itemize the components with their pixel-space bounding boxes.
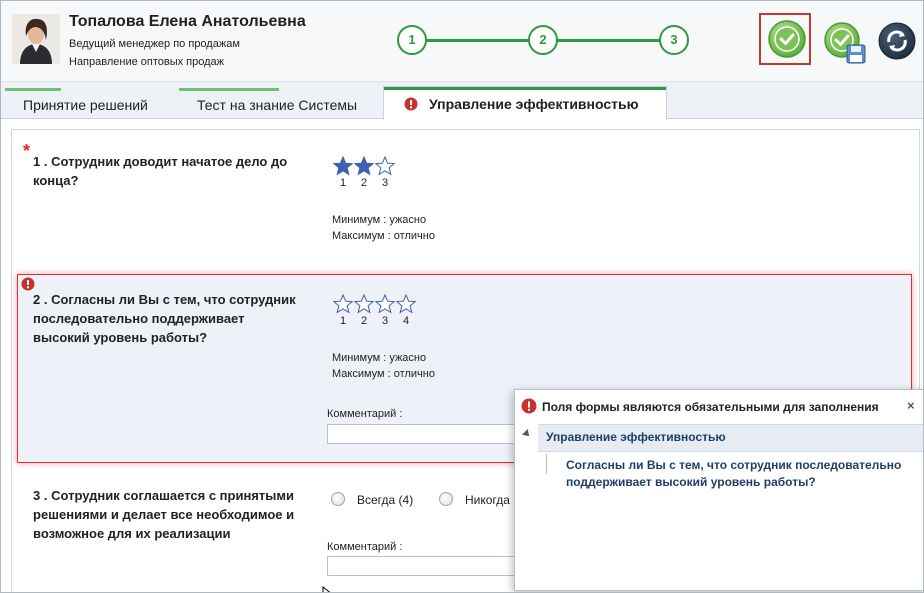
close-icon[interactable]: × <box>907 398 915 413</box>
popup-item-link[interactable]: Согласны ли Вы с тем, что сотрудник посл… <box>566 457 923 491</box>
star-number: 1 <box>340 177 347 189</box>
tab-system-test[interactable]: Тест на знание Системы <box>179 88 379 118</box>
question-1-text: 1 . Сотрудник доводит начатое дело до ко… <box>33 154 288 188</box>
warning-icon <box>21 277 35 291</box>
step-1[interactable]: 1 <box>397 25 427 55</box>
validation-popup: Поля формы являются обязательными для за… <box>514 389 923 591</box>
star-icon[interactable] <box>375 294 395 314</box>
tab-label: Управление эффективностью <box>429 96 639 112</box>
question-1-max-label: Максимум : отлично <box>332 230 435 242</box>
tab-decisions[interactable]: Принятие решений <box>5 88 169 118</box>
step-3[interactable]: 3 <box>659 25 689 55</box>
star-number: 3 <box>382 177 389 189</box>
question-3-comment-label: Комментарий : <box>327 541 403 553</box>
employee-header: Топалова Елена Анатольевна Ведущий менед… <box>1 1 923 82</box>
star-icon[interactable] <box>354 294 374 314</box>
mouse-cursor-icon <box>322 586 331 592</box>
warning-icon <box>404 97 418 111</box>
star-number: 4 <box>403 315 410 327</box>
star-number: 3 <box>382 315 389 327</box>
question-3-option-label: Всегда (4) <box>357 493 414 507</box>
tab-performance[interactable]: Управление эффективностью <box>383 86 667 120</box>
star-icon[interactable] <box>354 156 374 176</box>
employee-name: Топалова Елена Анатольевна <box>69 13 306 30</box>
refresh-button[interactable] <box>877 21 917 61</box>
question-2-min-label: Минимум : ужасно <box>332 352 427 364</box>
warning-icon <box>521 398 537 414</box>
star-icon[interactable] <box>333 294 353 314</box>
question-3-option-never[interactable] <box>439 492 453 506</box>
refresh-icon <box>878 22 916 60</box>
step-connector <box>557 39 663 42</box>
avatar <box>12 14 60 64</box>
star-number: 2 <box>361 177 368 189</box>
question-1-min-label: Минимум : ужасно <box>332 214 427 226</box>
question-2-text: 2 . Согласны ли Вы с тем, что сотрудник … <box>33 292 296 345</box>
approve-button[interactable] <box>767 19 807 59</box>
popup-group-label: Управление эффективностью <box>546 430 726 444</box>
required-marker: * <box>23 141 31 161</box>
collapse-icon[interactable] <box>522 429 532 439</box>
question-3-option-always[interactable] <box>331 492 345 506</box>
star-icon[interactable] <box>375 156 395 176</box>
step-connector <box>423 39 529 42</box>
question-2-comment-label: Комментарий : <box>327 408 403 420</box>
tab-label: Тест на знание Системы <box>197 97 358 113</box>
star-icon[interactable] <box>396 294 416 314</box>
question-3-comment-input[interactable] <box>327 556 527 576</box>
app-window: Топалова Елена Анатольевна Ведущий менед… <box>0 0 924 593</box>
save-approve-icon <box>824 22 866 64</box>
popup-title: Поля формы являются обязательными для за… <box>542 400 879 414</box>
approve-icon <box>768 20 806 58</box>
step-2[interactable]: 2 <box>528 25 558 55</box>
star-number: 1 <box>340 315 347 327</box>
question-2-max-label: Максимум : отлично <box>332 368 435 380</box>
save-approve-button[interactable] <box>823 21 867 65</box>
wizard-steps: 1 2 3 <box>395 25 691 57</box>
question-2-comment-input[interactable] <box>327 424 527 444</box>
star-number: 2 <box>361 315 368 327</box>
employee-position: Ведущий менеджер по продажам <box>69 38 240 50</box>
question-3-text: 3 . Сотрудник соглашается с принятыми ре… <box>33 488 295 541</box>
tree-connector <box>546 454 547 474</box>
employee-department: Направление оптовых продаж <box>69 56 225 68</box>
question-3-option-label: Никогда <box>465 493 510 507</box>
tab-label: Принятие решений <box>23 97 148 113</box>
star-icon[interactable] <box>333 156 353 176</box>
tab-bar: Принятие решений Тест на знание Системы … <box>1 82 923 120</box>
